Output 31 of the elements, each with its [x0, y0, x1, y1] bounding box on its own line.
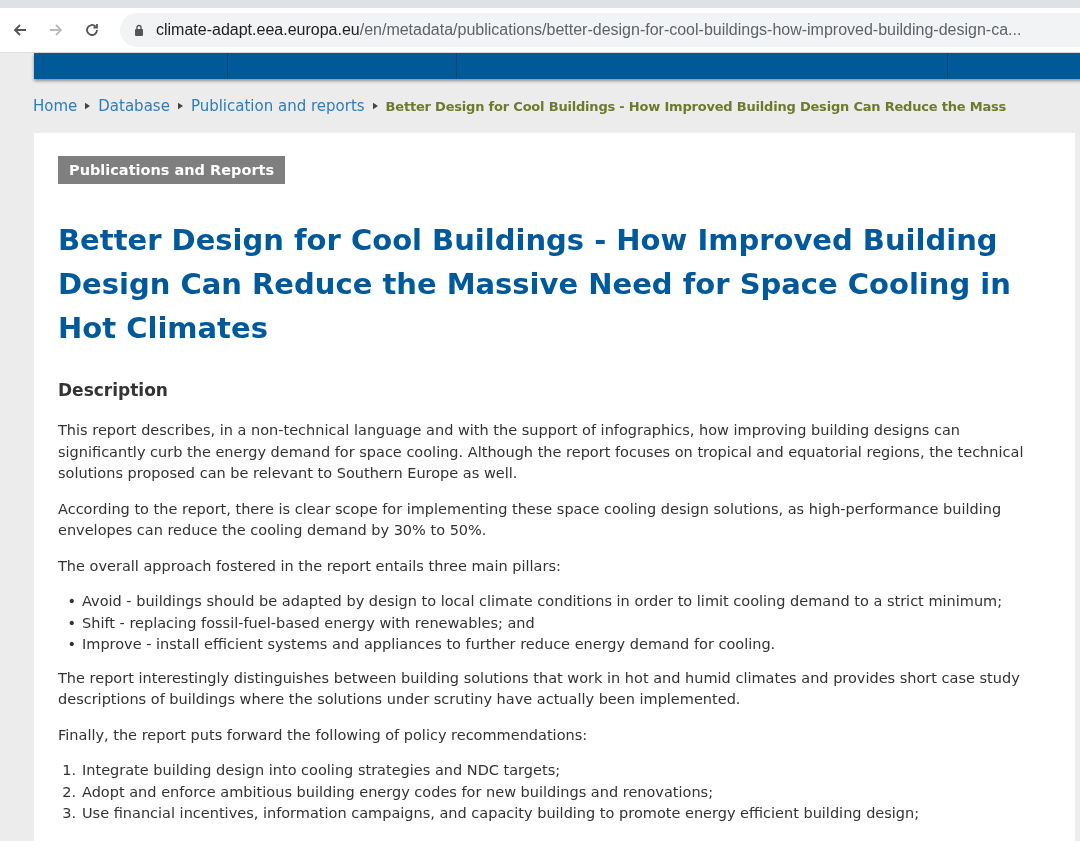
reload-icon[interactable] — [84, 22, 100, 38]
section-heading: Description — [58, 380, 169, 400]
list-item-text: Shift - replacing fossil-fuel-based energy with renewables; and — [82, 613, 535, 633]
list-marker: 2. — [61, 782, 77, 802]
list-item-text: Use financial incentives, information campaigns, and capacity building to promote energy efficient building design; — [82, 804, 920, 823]
list-marker: 1. — [61, 761, 77, 780]
breadcrumb-link[interactable]: Home — [33, 97, 78, 115]
page-title: Better Design for Cool Buildings - How Improved Building Design Can Reduce the Massive Need for Space Cooling in Hot Climates — [58, 222, 1012, 347]
chevron-icon — [177, 102, 183, 110]
lock-icon — [134, 24, 144, 36]
list-marker: • — [66, 592, 77, 611]
breadcrumb-link[interactable]: Database — [98, 97, 170, 115]
paragraph: This report describes, in a non-technical language and with the support of infographics, how improving building designs can significantly curb the energy demand for space cooling. Although the report focuses on tropical and equatorial regions, the technical solutions proposed can be relevant to Southern Europe as well. — [58, 421, 1025, 483]
list-item-text: Improve - install efficient systems and appliances to further reduce energy demand for cooling. — [82, 635, 776, 654]
category-label: Publications and Reports — [58, 156, 286, 184]
address-bar[interactable]: climate-adapt.eea.europa.eu/en/metadata/publications/better-design-for-cool-buildings-how-improved-building-design-ca... — [120, 13, 1080, 47]
list-item-text: Integrate building design into cooling strategies and NDC targets; — [82, 761, 561, 780]
back-icon[interactable] — [12, 22, 28, 38]
list-item-text: Avoid - buildings should be adapted by design to local climate conditions in order to limit cooling demand to a strict minimum; — [82, 592, 1003, 611]
breadcrumb-current: Better Design for Cool Buildings - How Improved Building Design Can Reduce the Mass — [385, 98, 1007, 114]
breadcrumb-link[interactable]: Publication and reports — [190, 97, 365, 115]
list-marker: • — [66, 613, 77, 633]
list-marker: • — [66, 635, 77, 654]
paragraph: According to the report, there is clear scope for implementing these space cooling design solutions, as high-performance building envelopes can reduce the cooling demand by 30% to 50%. — [58, 499, 1003, 540]
chevron-icon — [372, 102, 378, 110]
list-item-text: Adopt and enforce ambitious building energy codes for new buildings and renovations; — [82, 782, 714, 802]
paragraph: Finally, the report puts forward the following of policy recommendations: — [58, 725, 589, 745]
list-marker: 3. — [61, 804, 77, 823]
paragraph: The report interestingly distinguishes between building solutions that work in hot and humid climates and provides short case study descriptions of buildings where the solutions under scrutiny have actually been implemented. — [58, 668, 1021, 709]
chevron-icon — [85, 102, 91, 110]
paragraph: The overall approach fostered in the report entails three main pillars: — [58, 556, 562, 576]
